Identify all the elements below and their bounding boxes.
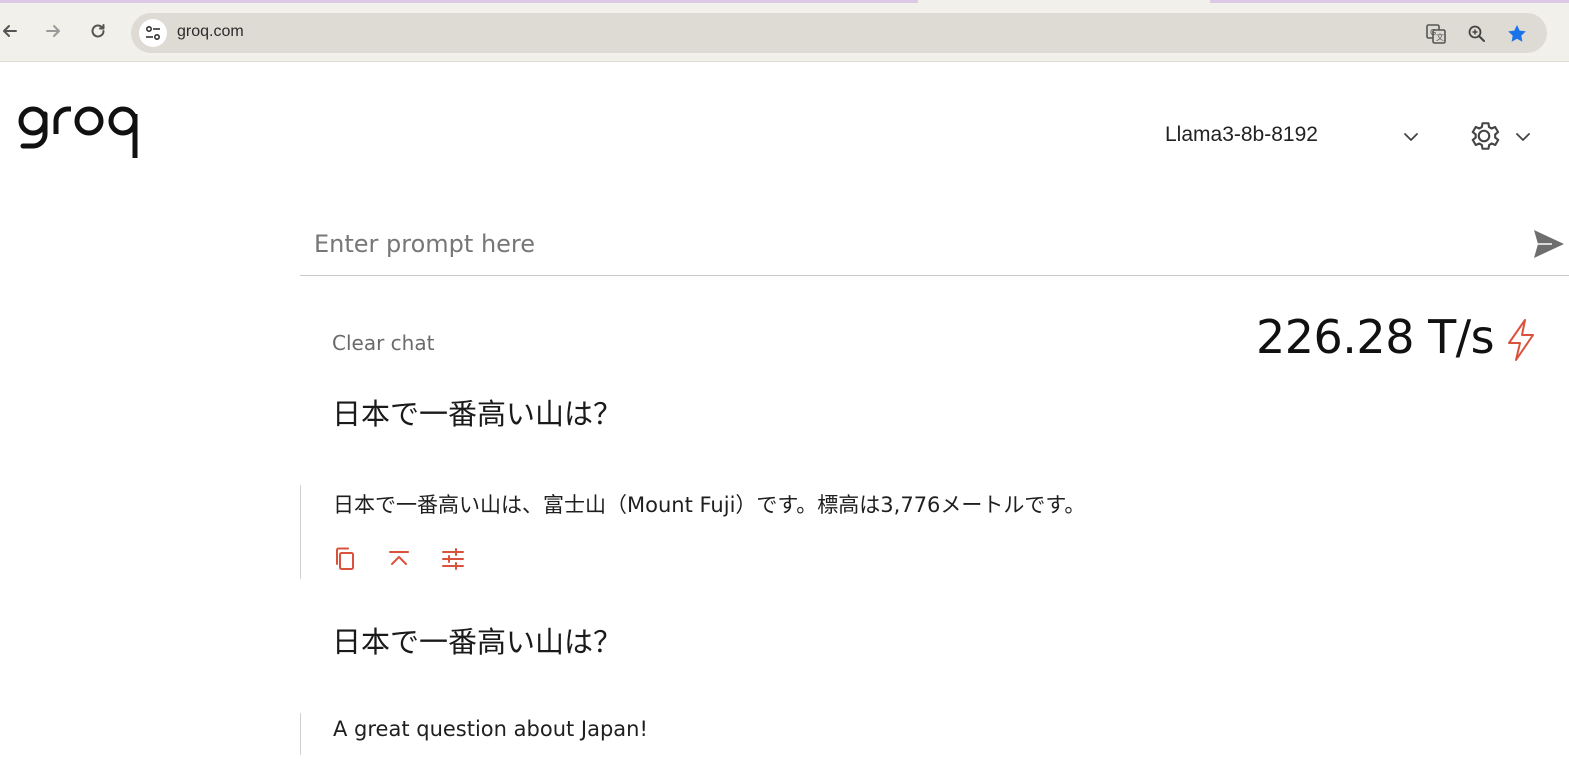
- prompt-input[interactable]: [312, 223, 1516, 265]
- sliders-icon: [442, 548, 464, 570]
- forward-icon: [46, 25, 60, 37]
- collapse-button[interactable]: [385, 545, 413, 573]
- site-settings-icon: [145, 25, 161, 41]
- forward-button[interactable]: [41, 19, 65, 43]
- send-button[interactable]: [1532, 227, 1566, 265]
- address-bar[interactable]: groq.com G 文: [131, 13, 1547, 53]
- bookmark-button[interactable]: [1506, 23, 1528, 45]
- back-button[interactable]: [0, 19, 22, 43]
- model-select[interactable]: Llama3-8b-8192: [1160, 118, 1430, 156]
- chevron-down-icon: [1516, 133, 1530, 141]
- assistant-message: 日本で一番高い山は、富士山（Mount Fuji）です。標高は3,776メートル…: [300, 485, 1085, 579]
- copy-icon: [336, 547, 354, 570]
- adjust-settings-button[interactable]: [439, 545, 467, 573]
- lightning-icon: [1508, 319, 1534, 361]
- translate-icon: G 文: [1426, 24, 1446, 44]
- browser-toolbar: groq.com G 文: [0, 3, 1569, 62]
- gear-icon: [1471, 122, 1500, 150]
- url-text[interactable]: groq.com: [177, 23, 244, 41]
- site-settings-button[interactable]: [139, 19, 167, 47]
- groq-logo[interactable]: [18, 100, 150, 166]
- user-message: 日本で一番高い山は？: [332, 397, 623, 431]
- svg-text:文: 文: [1436, 32, 1444, 42]
- chevron-down-icon: [1404, 133, 1418, 141]
- bookmark-star-icon: [1508, 25, 1526, 42]
- assistant-message: A great question about Japan!: [300, 713, 648, 755]
- user-message: 日本で一番高い山は？: [332, 625, 623, 659]
- settings-menu-button[interactable]: [1466, 116, 1538, 156]
- reload-button[interactable]: [86, 19, 110, 43]
- groq-logo-mark: [18, 106, 138, 158]
- assistant-message-text: 日本で一番高い山は、富士山（Mount Fuji）です。標高は3,776メートル…: [333, 493, 1086, 517]
- back-icon: [3, 25, 17, 37]
- collapse-up-icon: [389, 551, 409, 565]
- send-icon: [1534, 230, 1564, 258]
- prompt-bar: [300, 215, 1569, 276]
- clear-chat-button[interactable]: Clear chat: [332, 331, 434, 355]
- zoom-button[interactable]: [1466, 23, 1488, 45]
- copy-button[interactable]: [331, 545, 359, 573]
- translate-button[interactable]: G 文: [1425, 23, 1447, 45]
- model-select-value: Llama3-8b-8192: [1165, 123, 1318, 146]
- reload-icon: [91, 24, 105, 38]
- assistant-message-text: A great question about Japan!: [333, 717, 648, 741]
- zoom-icon: [1468, 25, 1485, 42]
- tokens-per-second: 226.28 T/s: [1256, 310, 1495, 364]
